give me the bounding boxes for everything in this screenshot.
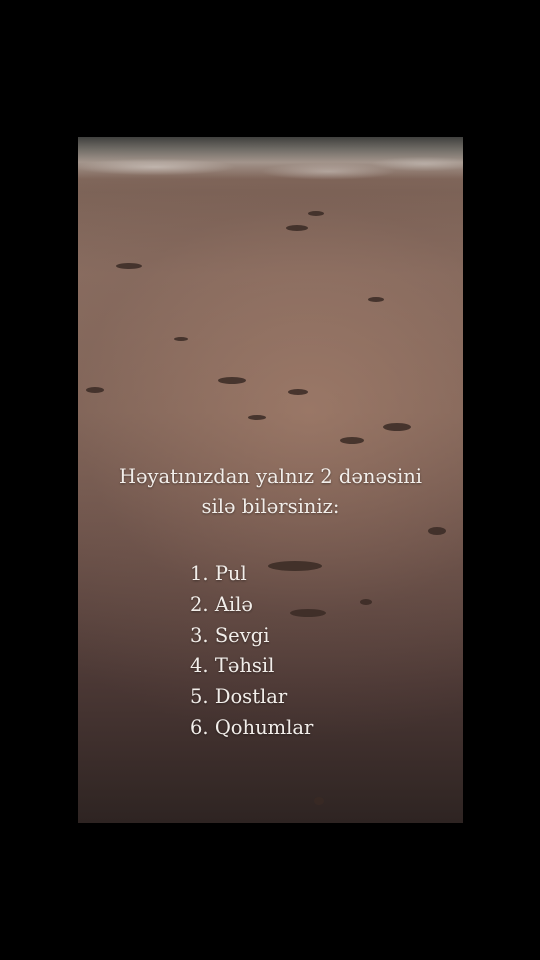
- video-frame: Həyatınızdan yalnız 2 dənəsini silə bilə…: [0, 0, 540, 960]
- wave-foam: [78, 155, 463, 185]
- seaweed-debris: [286, 225, 308, 231]
- seaweed-debris: [314, 797, 324, 805]
- seaweed-debris: [340, 437, 364, 444]
- seaweed-debris: [174, 337, 188, 341]
- seaweed-debris: [218, 377, 246, 384]
- options-list: 1. Pul 2. Ailə 3. Sevgi 4. Təhsil 5. Dos…: [190, 559, 313, 744]
- list-item: 4. Təhsil: [190, 651, 313, 682]
- list-item: 5. Dostlar: [190, 682, 313, 713]
- item-number: 2.: [190, 592, 209, 616]
- list-item: 6. Qohumlar: [190, 713, 313, 744]
- seaweed-debris: [248, 415, 266, 420]
- question-line-2: silə bilərsiniz:: [201, 495, 340, 518]
- item-label: Pul: [214, 562, 247, 585]
- list-item: 1. Pul: [190, 559, 313, 590]
- list-item: 3. Sevgi: [190, 621, 313, 652]
- seaweed-debris: [116, 263, 142, 269]
- question-caption: Həyatınızdan yalnız 2 dənəsini silə bilə…: [78, 462, 463, 522]
- seaweed-debris: [360, 599, 372, 605]
- item-number: 1.: [190, 562, 209, 585]
- list-item: 2. Ailə: [190, 590, 313, 621]
- seaweed-debris: [308, 211, 324, 216]
- seaweed-debris: [428, 527, 446, 535]
- item-label: Sevgi: [214, 623, 270, 647]
- seaweed-debris: [288, 389, 308, 395]
- question-line-1: Həyatınızdan yalnız 2 dənəsini: [118, 465, 423, 488]
- item-number: 3.: [190, 623, 209, 647]
- item-label: Ailə: [214, 592, 253, 616]
- seaweed-debris: [368, 297, 384, 302]
- item-label: Qohumlar: [214, 715, 314, 739]
- seaweed-debris: [86, 387, 104, 393]
- seaweed-debris: [383, 423, 411, 431]
- item-label: Təhsil: [214, 654, 275, 678]
- item-number: 4.: [190, 654, 209, 678]
- item-number: 6.: [190, 715, 209, 739]
- item-label: Dostlar: [214, 685, 288, 709]
- item-number: 5.: [190, 685, 209, 709]
